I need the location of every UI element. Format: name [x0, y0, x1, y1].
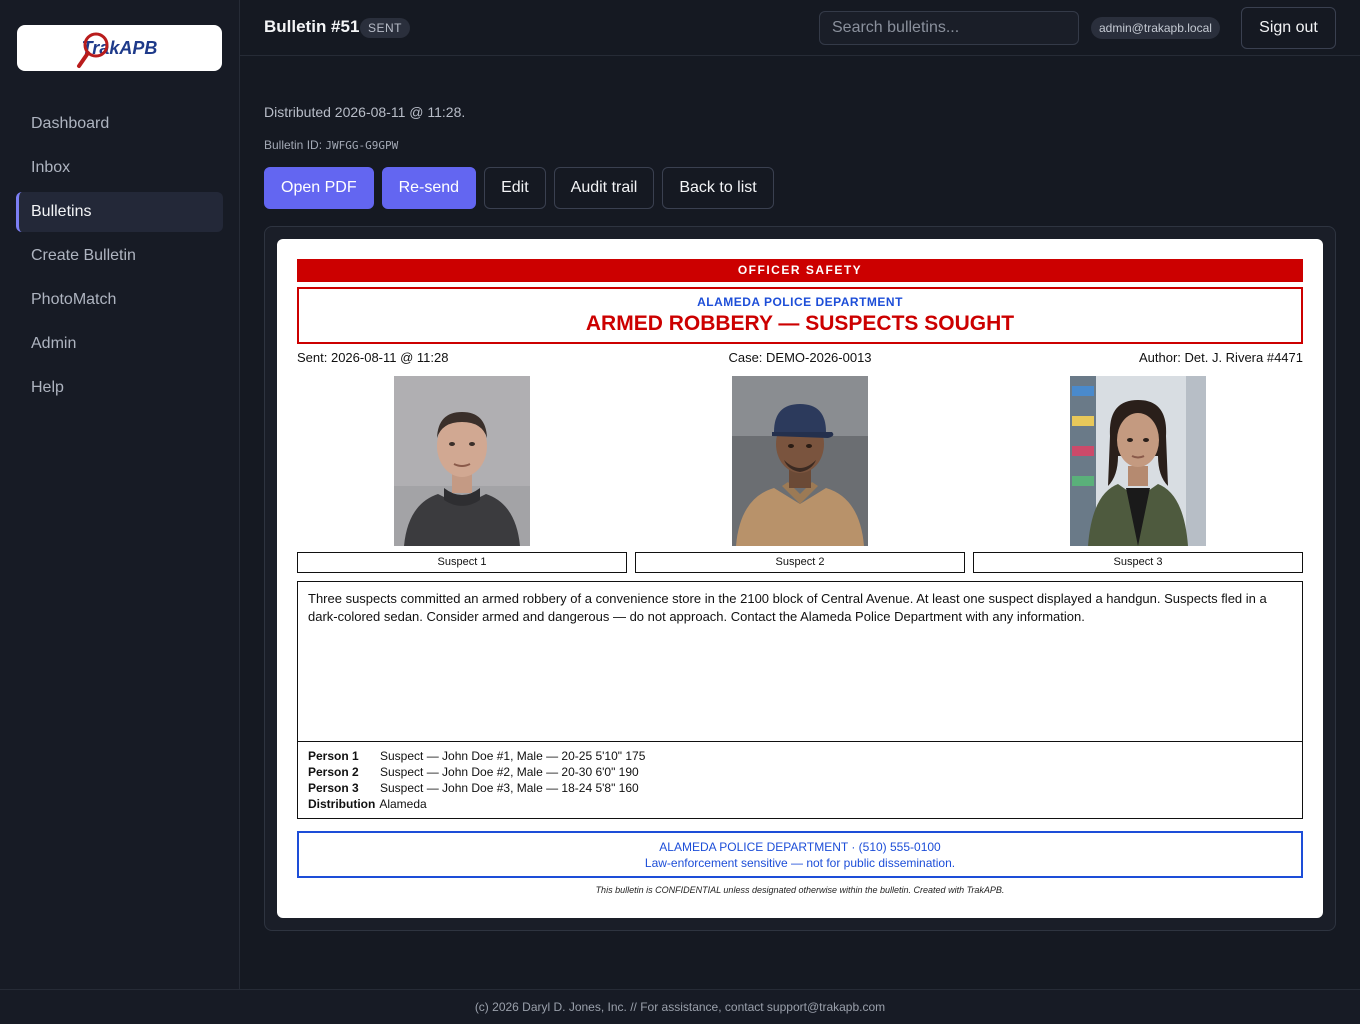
user-badge: admin@trakapb.local: [1091, 17, 1220, 39]
suspect-card: Suspect 2: [635, 376, 965, 573]
narrative-box: Three suspects committed an armed robber…: [297, 581, 1303, 819]
person-value: Suspect — John Doe #1, Male — 20-25 5'10…: [380, 749, 646, 763]
sidebar-item-dashboard[interactable]: Dashboard: [16, 104, 223, 144]
suspect-card: Suspect 3: [973, 376, 1303, 573]
suspect-card: Suspect 1: [297, 376, 627, 573]
narrative-text: Three suspects committed an armed robber…: [308, 591, 1267, 624]
distribution-label: Distribution: [308, 797, 376, 811]
suspect-1-image: [394, 376, 530, 546]
audit-trail-button[interactable]: Audit trail: [553, 167, 655, 209]
top-header: Bulletin #51 SENT admin@trakapb.local Si…: [240, 0, 1360, 56]
persons-list: Person 1 Suspect — John Doe #1, Male — 2…: [298, 741, 1302, 818]
suspect-3-image: [1070, 376, 1206, 546]
sidebar-item-inbox[interactable]: Inbox: [16, 148, 223, 188]
bulletin-info-row: Sent: 2026-08-11 @ 11:28 Case: DEMO-2026…: [297, 350, 1303, 368]
distributed-timestamp: Distributed 2026-08-11 @ 11:28.: [264, 104, 466, 120]
page-title: Bulletin #51: [264, 17, 360, 36]
page-footer: (c) 2026 Daryl D. Jones, Inc. // For ass…: [0, 989, 1360, 1024]
person-value: Suspect — John Doe #2, Male — 20-30 6'0"…: [380, 765, 639, 779]
person-value: Suspect — John Doe #3, Male — 18-24 5'8"…: [380, 781, 639, 795]
bulletin-title-box: ALAMEDA POLICE DEPARTMENT ARMED ROBBERY …: [297, 287, 1303, 344]
sensitivity-notice: Law-enforcement sensitive — not for publ…: [644, 856, 956, 870]
sidebar-nav: Dashboard Inbox Bulletins Create Bulleti…: [16, 104, 223, 412]
department-contact: ALAMEDA POLICE DEPARTMENT · (510) 555-01…: [659, 840, 941, 854]
department-contact-box: ALAMEDA POLICE DEPARTMENT · (510) 555-01…: [297, 831, 1303, 878]
person-label: Person 2: [308, 765, 359, 779]
sidebar-item-create-bulletin[interactable]: Create Bulletin: [16, 236, 223, 276]
sidebar-item-bulletins[interactable]: Bulletins: [16, 192, 223, 232]
search-input[interactable]: [819, 11, 1079, 45]
distribution-row: Distribution Alameda: [308, 796, 1292, 812]
suspect-photos: Suspect 1 Suspect 2 Suspect 3: [297, 376, 1303, 573]
sidebar: TrakAPB Dashboard Inbox Bulletins Create…: [0, 0, 240, 989]
bulletin-headline: ARMED ROBBERY — SUSPECTS SOUGHT: [585, 312, 1015, 335]
person-row: Person 2 Suspect — John Doe #2, Male — 2…: [308, 764, 1292, 780]
person-label: Person 1: [308, 749, 359, 763]
bulletin-id: Bulletin ID: JWFGG-G9GPW: [264, 138, 398, 152]
app-logo[interactable]: TrakAPB: [17, 25, 222, 71]
bulletin-id-label: Bulletin ID:: [264, 138, 323, 152]
resend-button[interactable]: Re-send: [381, 167, 477, 209]
suspect-photo[interactable]: [1070, 376, 1206, 546]
magnifier-logo-icon: [76, 32, 109, 68]
edit-button[interactable]: Edit: [484, 167, 546, 209]
sidebar-item-admin[interactable]: Admin: [16, 324, 223, 364]
person-row: Person 3 Suspect — John Doe #3, Male — 1…: [308, 780, 1292, 796]
sign-out-button[interactable]: Sign out: [1241, 7, 1336, 49]
person-row: Person 1 Suspect — John Doe #1, Male — 2…: [308, 748, 1292, 764]
officer-safety-banner: OFFICER SAFETY: [297, 259, 1303, 282]
bulletin-preview-frame: OFFICER SAFETY ALAMEDA POLICE DEPARTMENT…: [264, 226, 1336, 931]
status-badge: SENT: [360, 18, 411, 38]
distribution-value: Alameda: [379, 797, 427, 811]
suspect-2-image: [732, 376, 868, 546]
open-pdf-button[interactable]: Open PDF: [264, 167, 374, 209]
department-name: ALAMEDA POLICE DEPARTMENT: [697, 295, 903, 309]
bulletin-id-value: JWFGG-G9GPW: [325, 139, 399, 152]
suspect-photo[interactable]: [394, 376, 530, 546]
person-label: Person 3: [308, 781, 359, 795]
suspect-caption: Suspect 3: [973, 552, 1303, 573]
back-to-list-button[interactable]: Back to list: [662, 167, 774, 209]
suspect-caption: Suspect 1: [297, 552, 627, 573]
action-bar: Open PDF Re-send Edit Audit trail Back t…: [264, 167, 774, 209]
suspect-photo[interactable]: [732, 376, 868, 546]
author: Author: Det. J. Rivera #4471: [1138, 350, 1303, 365]
sidebar-item-help[interactable]: Help: [16, 368, 223, 408]
confidential-notice: This bulletin is CONFIDENTIAL unless des…: [595, 885, 1005, 895]
bulletin-document: OFFICER SAFETY ALAMEDA POLICE DEPARTMENT…: [277, 239, 1323, 918]
sidebar-item-photomatch[interactable]: PhotoMatch: [16, 280, 223, 320]
suspect-caption: Suspect 2: [635, 552, 965, 573]
